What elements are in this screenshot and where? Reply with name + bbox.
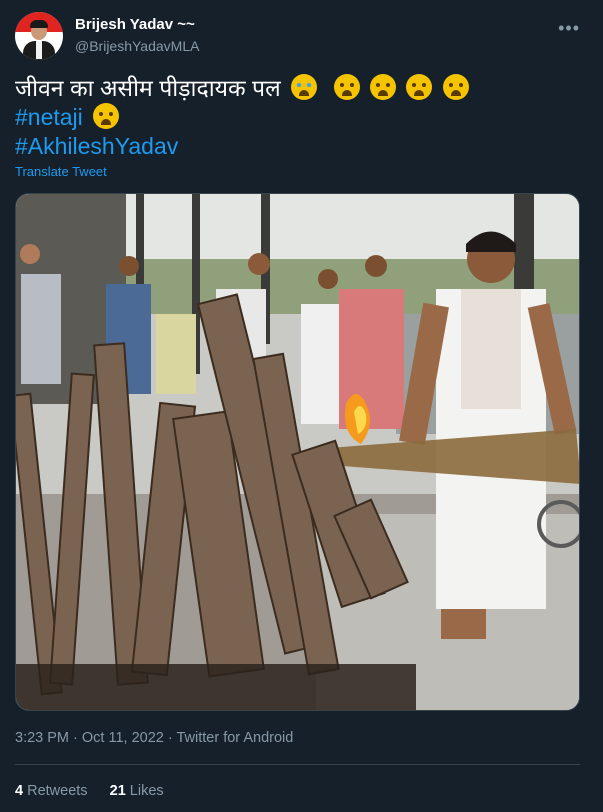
meta-separator: · bbox=[73, 730, 82, 746]
tweet-text-line: जीवन का असीम पीड़ादायक पल bbox=[15, 73, 469, 103]
tweet-date[interactable]: Oct 11, 2022 bbox=[82, 730, 164, 746]
tweet-metadata: 3:23 PM · Oct 11, 2022 · Twitter for And… bbox=[15, 730, 293, 746]
tweet-stats: 4 Retweets 21 Likes bbox=[15, 783, 164, 799]
loudly-crying-face-icon bbox=[442, 74, 469, 100]
likes-label: Likes bbox=[129, 783, 164, 799]
translate-tweet-link[interactable]: Translate Tweet bbox=[15, 164, 107, 179]
author-handle[interactable]: @BrijeshYadavMLA bbox=[75, 38, 199, 54]
tweet-hashtag-line: #netaji bbox=[15, 102, 120, 132]
tweet-text: जीवन का असीम पीड़ादायक पल bbox=[15, 75, 281, 101]
tweet-time[interactable]: 3:23 PM bbox=[15, 730, 69, 746]
tweet-client[interactable]: Twitter for Android bbox=[176, 730, 293, 746]
avatar[interactable] bbox=[15, 12, 63, 60]
tweet-photo[interactable] bbox=[15, 193, 580, 711]
loudly-crying-face-icon bbox=[333, 74, 360, 100]
hashtag-netaji[interactable]: #netaji bbox=[15, 104, 83, 130]
loudly-crying-face-icon bbox=[93, 103, 120, 129]
author-name[interactable]: Brijesh Yadav ~~ bbox=[75, 16, 195, 33]
tweet-header: Brijesh Yadav ~~ @BrijeshYadavMLA ••• bbox=[15, 10, 590, 62]
retweets-count: 4 bbox=[15, 783, 24, 799]
cremation-photo-image bbox=[16, 194, 579, 710]
retweets-stat[interactable]: 4 Retweets bbox=[15, 783, 92, 799]
crying-face-icon bbox=[291, 74, 318, 100]
loudly-crying-face-icon bbox=[406, 74, 433, 100]
tweet-hashtag-line: #AkhileshYadav bbox=[15, 131, 178, 161]
loudly-crying-face-icon bbox=[369, 74, 396, 100]
likes-count: 21 bbox=[109, 783, 126, 799]
more-options-icon[interactable]: ••• bbox=[558, 18, 580, 39]
divider bbox=[15, 764, 580, 765]
hashtag-akhileshyadav[interactable]: #AkhileshYadav bbox=[15, 133, 178, 159]
likes-stat[interactable]: 21 Likes bbox=[110, 783, 164, 799]
retweets-label: Retweets bbox=[27, 783, 88, 799]
